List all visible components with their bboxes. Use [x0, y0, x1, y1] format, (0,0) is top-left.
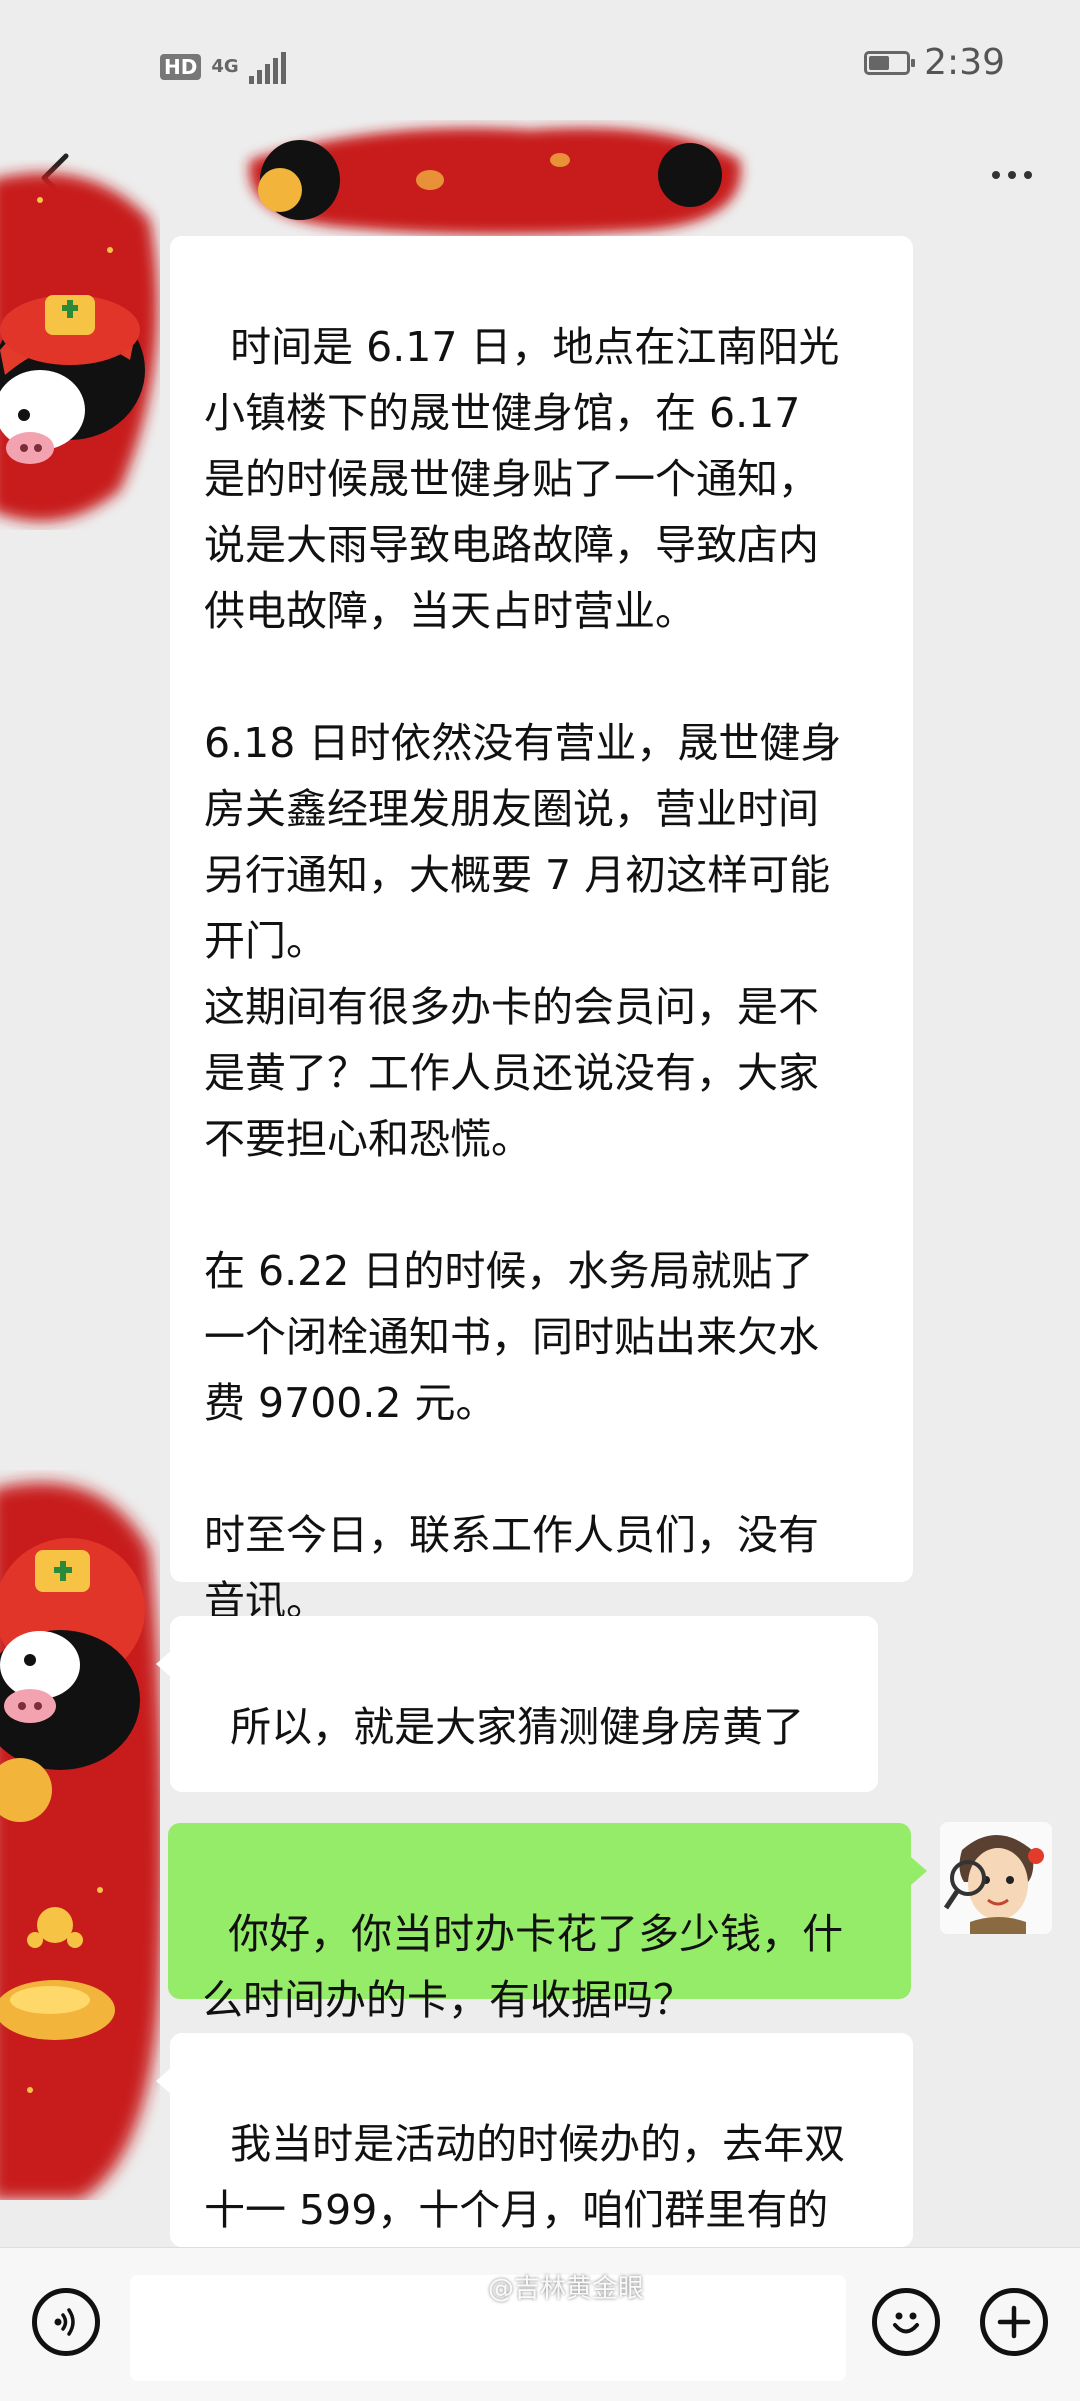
more-options-button[interactable]: [982, 160, 1042, 190]
detective-avatar-icon: [940, 1822, 1052, 1934]
message-text: 所以，就是大家猜测健身房黄了: [230, 1703, 805, 1751]
message-text: 你好，你当时办卡花了多少钱，什 么时间办的卡，有收据吗？: [202, 1910, 844, 2024]
pig-sticker-icon: [0, 173, 158, 522]
voice-icon: [54, 2308, 75, 2336]
my-avatar[interactable]: [940, 1822, 1052, 1934]
contact-avatar-sticker[interactable]: [0, 1470, 160, 2200]
weibo-icon: [450, 2274, 481, 2300]
hd-badge: HD: [160, 54, 202, 80]
smiley-icon: [893, 2312, 919, 2334]
contact-avatar-sticker[interactable]: [0, 160, 160, 530]
emoji-button[interactable]: [872, 2288, 940, 2356]
voice-button[interactable]: [32, 2288, 100, 2356]
network-type: 4G: [211, 56, 239, 77]
sticker-header-decoration: [249, 128, 741, 235]
watermark-text: @吉林黄金眼: [488, 2274, 645, 2304]
status-right: 2:39: [864, 42, 1005, 83]
message-bubble-sent[interactable]: 你好，你当时办卡花了多少钱，什 么时间办的卡，有收据吗？: [168, 1823, 927, 2024]
network-indicators: HD 4G: [160, 50, 286, 84]
pig-sticker-icon: [0, 1482, 160, 2200]
message-bubble-received[interactable]: 我当时是活动的时候办的，去年双 十一 599，十个月，咱们群里有的 刚办的 10…: [156, 2033, 913, 2300]
message-bubble-received[interactable]: 所以，就是大家猜测健身房黄了: [156, 1616, 878, 1953]
signal-icon: [248, 50, 286, 84]
status-bar: HD 4G 2:39: [0, 0, 1080, 140]
message-text: 时间是 6.17 日，地点在江南阳光 小镇楼下的晟世健身馆，在 6.17 是的时…: [204, 323, 842, 1625]
chat-header: [0, 120, 1080, 240]
add-button[interactable]: [980, 2288, 1048, 2356]
plus-icon: [997, 2305, 1031, 2339]
watermark: @吉林黄金眼: [450, 2268, 644, 2305]
message-bubble-received[interactable]: 时间是 6.17 日，地点在江南阳光 小镇楼下的晟世健身馆，在 6.17 是的时…: [170, 236, 913, 1625]
battery-icon: [864, 50, 916, 75]
clock: 2:39: [924, 42, 1005, 83]
